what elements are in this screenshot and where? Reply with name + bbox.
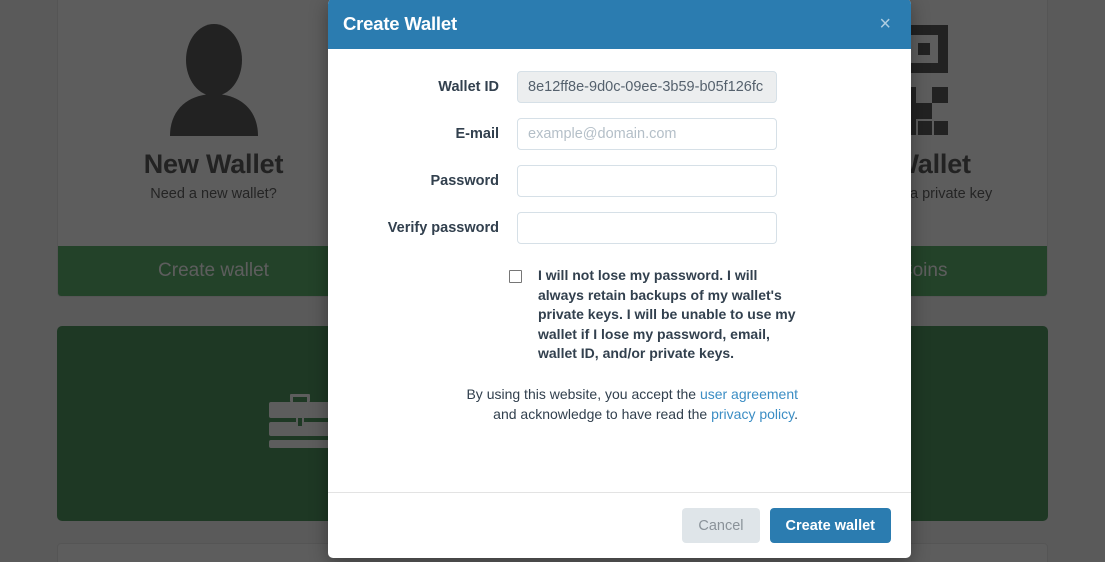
close-icon[interactable]: × [875, 12, 895, 36]
create-wallet-modal: Create Wallet × Wallet ID E-mail Passwor… [328, 0, 911, 558]
agreement-text: By using this website, you accept the us… [455, 384, 798, 424]
agreement-suffix: . [794, 405, 798, 422]
modal-title: Create Wallet [343, 13, 457, 34]
email-label: E-mail [455, 126, 499, 142]
privacy-policy-link[interactable]: privacy policy [711, 406, 794, 422]
email-row: E-mail [328, 118, 911, 150]
modal-footer: Cancel Create wallet [328, 492, 911, 558]
wallet-id-label: Wallet ID [438, 79, 499, 95]
consent-row: I will not lose my password. I will alwa… [328, 266, 911, 364]
consent-checkbox[interactable] [509, 270, 522, 283]
verify-password-row: Verify password [328, 212, 911, 244]
cancel-button[interactable]: Cancel [682, 508, 760, 543]
password-row: Password [328, 165, 911, 197]
user-agreement-link[interactable]: user agreement [700, 386, 798, 402]
verify-password-input[interactable] [517, 212, 777, 244]
modal-body: Wallet ID E-mail Password Verify passwor… [328, 49, 911, 492]
wallet-id-input [517, 71, 777, 103]
wallet-id-row: Wallet ID [328, 71, 911, 103]
email-input[interactable] [517, 118, 777, 150]
consent-text: I will not lose my password. I will alwa… [538, 267, 796, 361]
verify-password-label: Verify password [387, 220, 499, 236]
create-wallet-submit-button[interactable]: Create wallet [769, 508, 891, 543]
password-label: Password [430, 173, 500, 189]
modal-header: Create Wallet × [328, 0, 911, 49]
agreement-middle: and acknowledge to have read the [493, 405, 712, 422]
agreement-prefix: By using this website, you accept the [466, 385, 700, 402]
password-input[interactable] [517, 165, 777, 197]
